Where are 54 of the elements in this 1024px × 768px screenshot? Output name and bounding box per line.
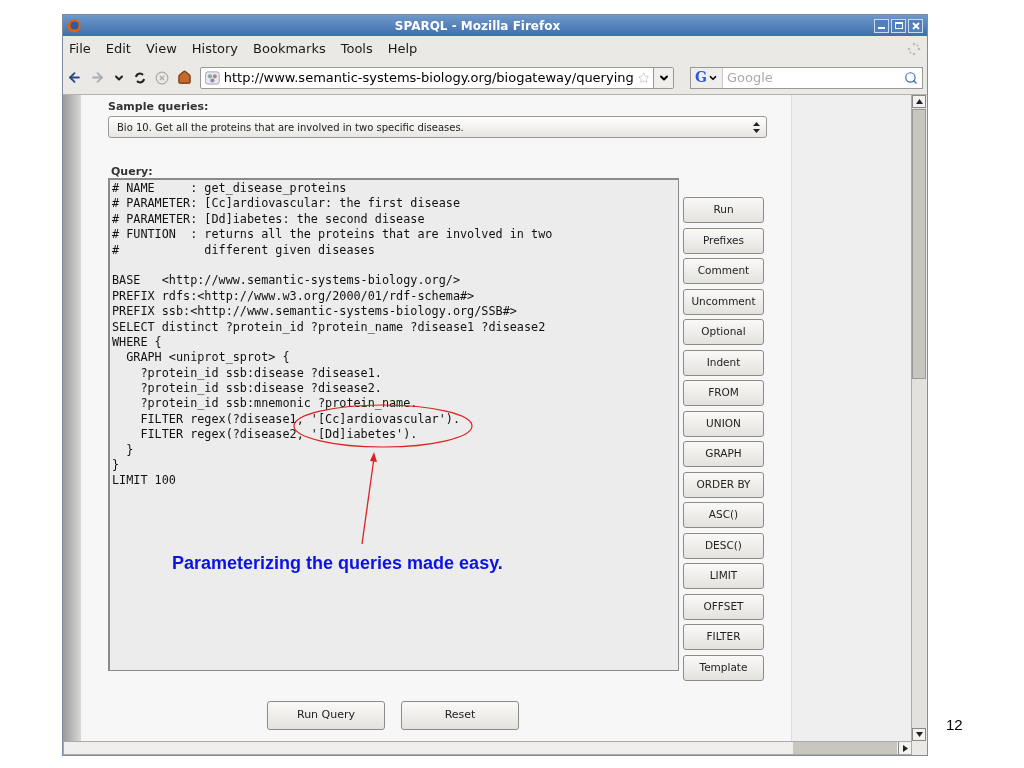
annotation-text: Parameterizing the queries made easy. <box>172 552 503 575</box>
search-field[interactable]: G Google <box>690 66 923 89</box>
close-icon <box>911 21 920 30</box>
url-dropdown-icon[interactable] <box>653 67 673 88</box>
sample-queries-label: Sample queries: <box>108 99 210 113</box>
scroll-down-icon[interactable] <box>915 732 923 737</box>
search-icon[interactable] <box>904 70 918 85</box>
query-tool-button[interactable]: Run <box>683 197 764 223</box>
reload-icon[interactable] <box>133 70 147 85</box>
menu-item[interactable]: Help <box>387 38 418 59</box>
sample-query-select[interactable]: Bio 10. Get all the proteins that are involved in two specific diseases. <box>108 116 767 138</box>
form-button[interactable]: Run Query <box>267 700 385 730</box>
scroll-up-icon[interactable] <box>915 99 923 104</box>
window-title: SPARQL - Mozilla Firefox <box>393 17 562 35</box>
horizontal-scrollbar[interactable] <box>63 741 912 755</box>
query-tool-button[interactable]: FILTER <box>683 624 764 650</box>
address-field[interactable]: http://www.semantic-systems-biology.org/biogateway/querying <box>200 66 674 89</box>
query-tool-button[interactable]: DESC() <box>683 532 764 559</box>
search-engine-icon[interactable]: G <box>691 67 723 88</box>
select-arrows-icon <box>753 121 760 133</box>
query-label: Query: <box>111 164 154 177</box>
back-icon[interactable] <box>67 70 82 85</box>
query-tool-button[interactable]: LIMIT <box>683 563 764 589</box>
query-tool-button[interactable]: ASC() <box>683 502 764 528</box>
minimize-button[interactable] <box>874 18 889 33</box>
query-tool-button[interactable]: GRAPH <box>683 441 764 467</box>
scroll-right-icon[interactable] <box>902 744 908 752</box>
menu-item[interactable]: Edit <box>105 38 131 59</box>
query-tool-button[interactable]: FROM <box>683 380 764 406</box>
query-tool-button[interactable]: Template <box>683 654 764 681</box>
vertical-scrollbar[interactable] <box>911 95 926 741</box>
slide-number: 12 <box>946 715 963 735</box>
menu-item[interactable]: File <box>69 38 91 59</box>
menu-item[interactable]: History <box>191 38 239 59</box>
query-tool-button[interactable]: UNION <box>683 410 764 437</box>
query-tool-button[interactable]: Uncomment <box>683 288 764 315</box>
firefox-logo-icon <box>67 18 81 33</box>
home-icon[interactable] <box>177 70 192 85</box>
query-tool-button[interactable]: Prefixes <box>683 227 764 254</box>
query-tool-button[interactable]: Optional <box>683 319 764 345</box>
menu-item[interactable]: Tools <box>340 38 373 59</box>
form-button[interactable]: Reset <box>401 700 519 730</box>
query-tool-button[interactable]: OFFSET <box>683 593 764 620</box>
query-tool-button[interactable]: Indent <box>683 349 764 376</box>
menu-item[interactable]: View <box>145 38 177 59</box>
bookmark-star-icon[interactable] <box>637 70 650 85</box>
menu-item[interactable]: Bookmarks <box>253 38 326 59</box>
throbber-icon <box>907 41 921 56</box>
query-tool-button[interactable]: ORDER BY <box>683 471 764 498</box>
maximize-button[interactable] <box>891 18 906 33</box>
query-tool-button[interactable]: Comment <box>683 258 764 284</box>
close-button[interactable] <box>908 18 923 33</box>
site-identity-icon <box>205 69 220 86</box>
url-text: http://www.semantic-systems-biology.org/biogateway/querying <box>223 68 634 87</box>
